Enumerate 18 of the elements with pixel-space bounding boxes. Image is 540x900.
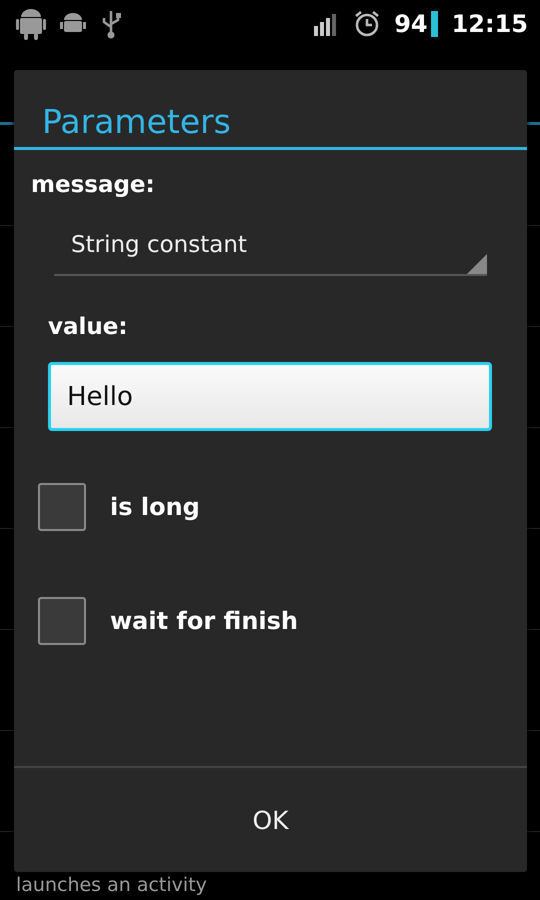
field-label: value: [48,314,129,340]
dialog-title: Parameters [41,101,232,143]
dropdown-corner-icon [467,254,487,274]
usb-icon [100,9,122,39]
list-item-subtitle: launches an activity [16,874,207,896]
battery-percentage: 94 [394,10,428,38]
checkbox[interactable] [38,483,86,531]
checkbox-label: is long [110,493,200,521]
battery-icon [430,11,438,37]
source-dropdown[interactable]: String constant [54,232,487,276]
android-icon [16,8,46,40]
checkbox[interactable] [38,597,86,645]
field-label: message: [31,172,156,198]
checkbox-label: wait for finish [110,607,298,635]
alarm-clock-icon [354,10,380,38]
ok-button[interactable]: OK [14,768,527,872]
clock-time: 12:15 [452,10,528,38]
value-input[interactable]: Hello [48,362,492,431]
